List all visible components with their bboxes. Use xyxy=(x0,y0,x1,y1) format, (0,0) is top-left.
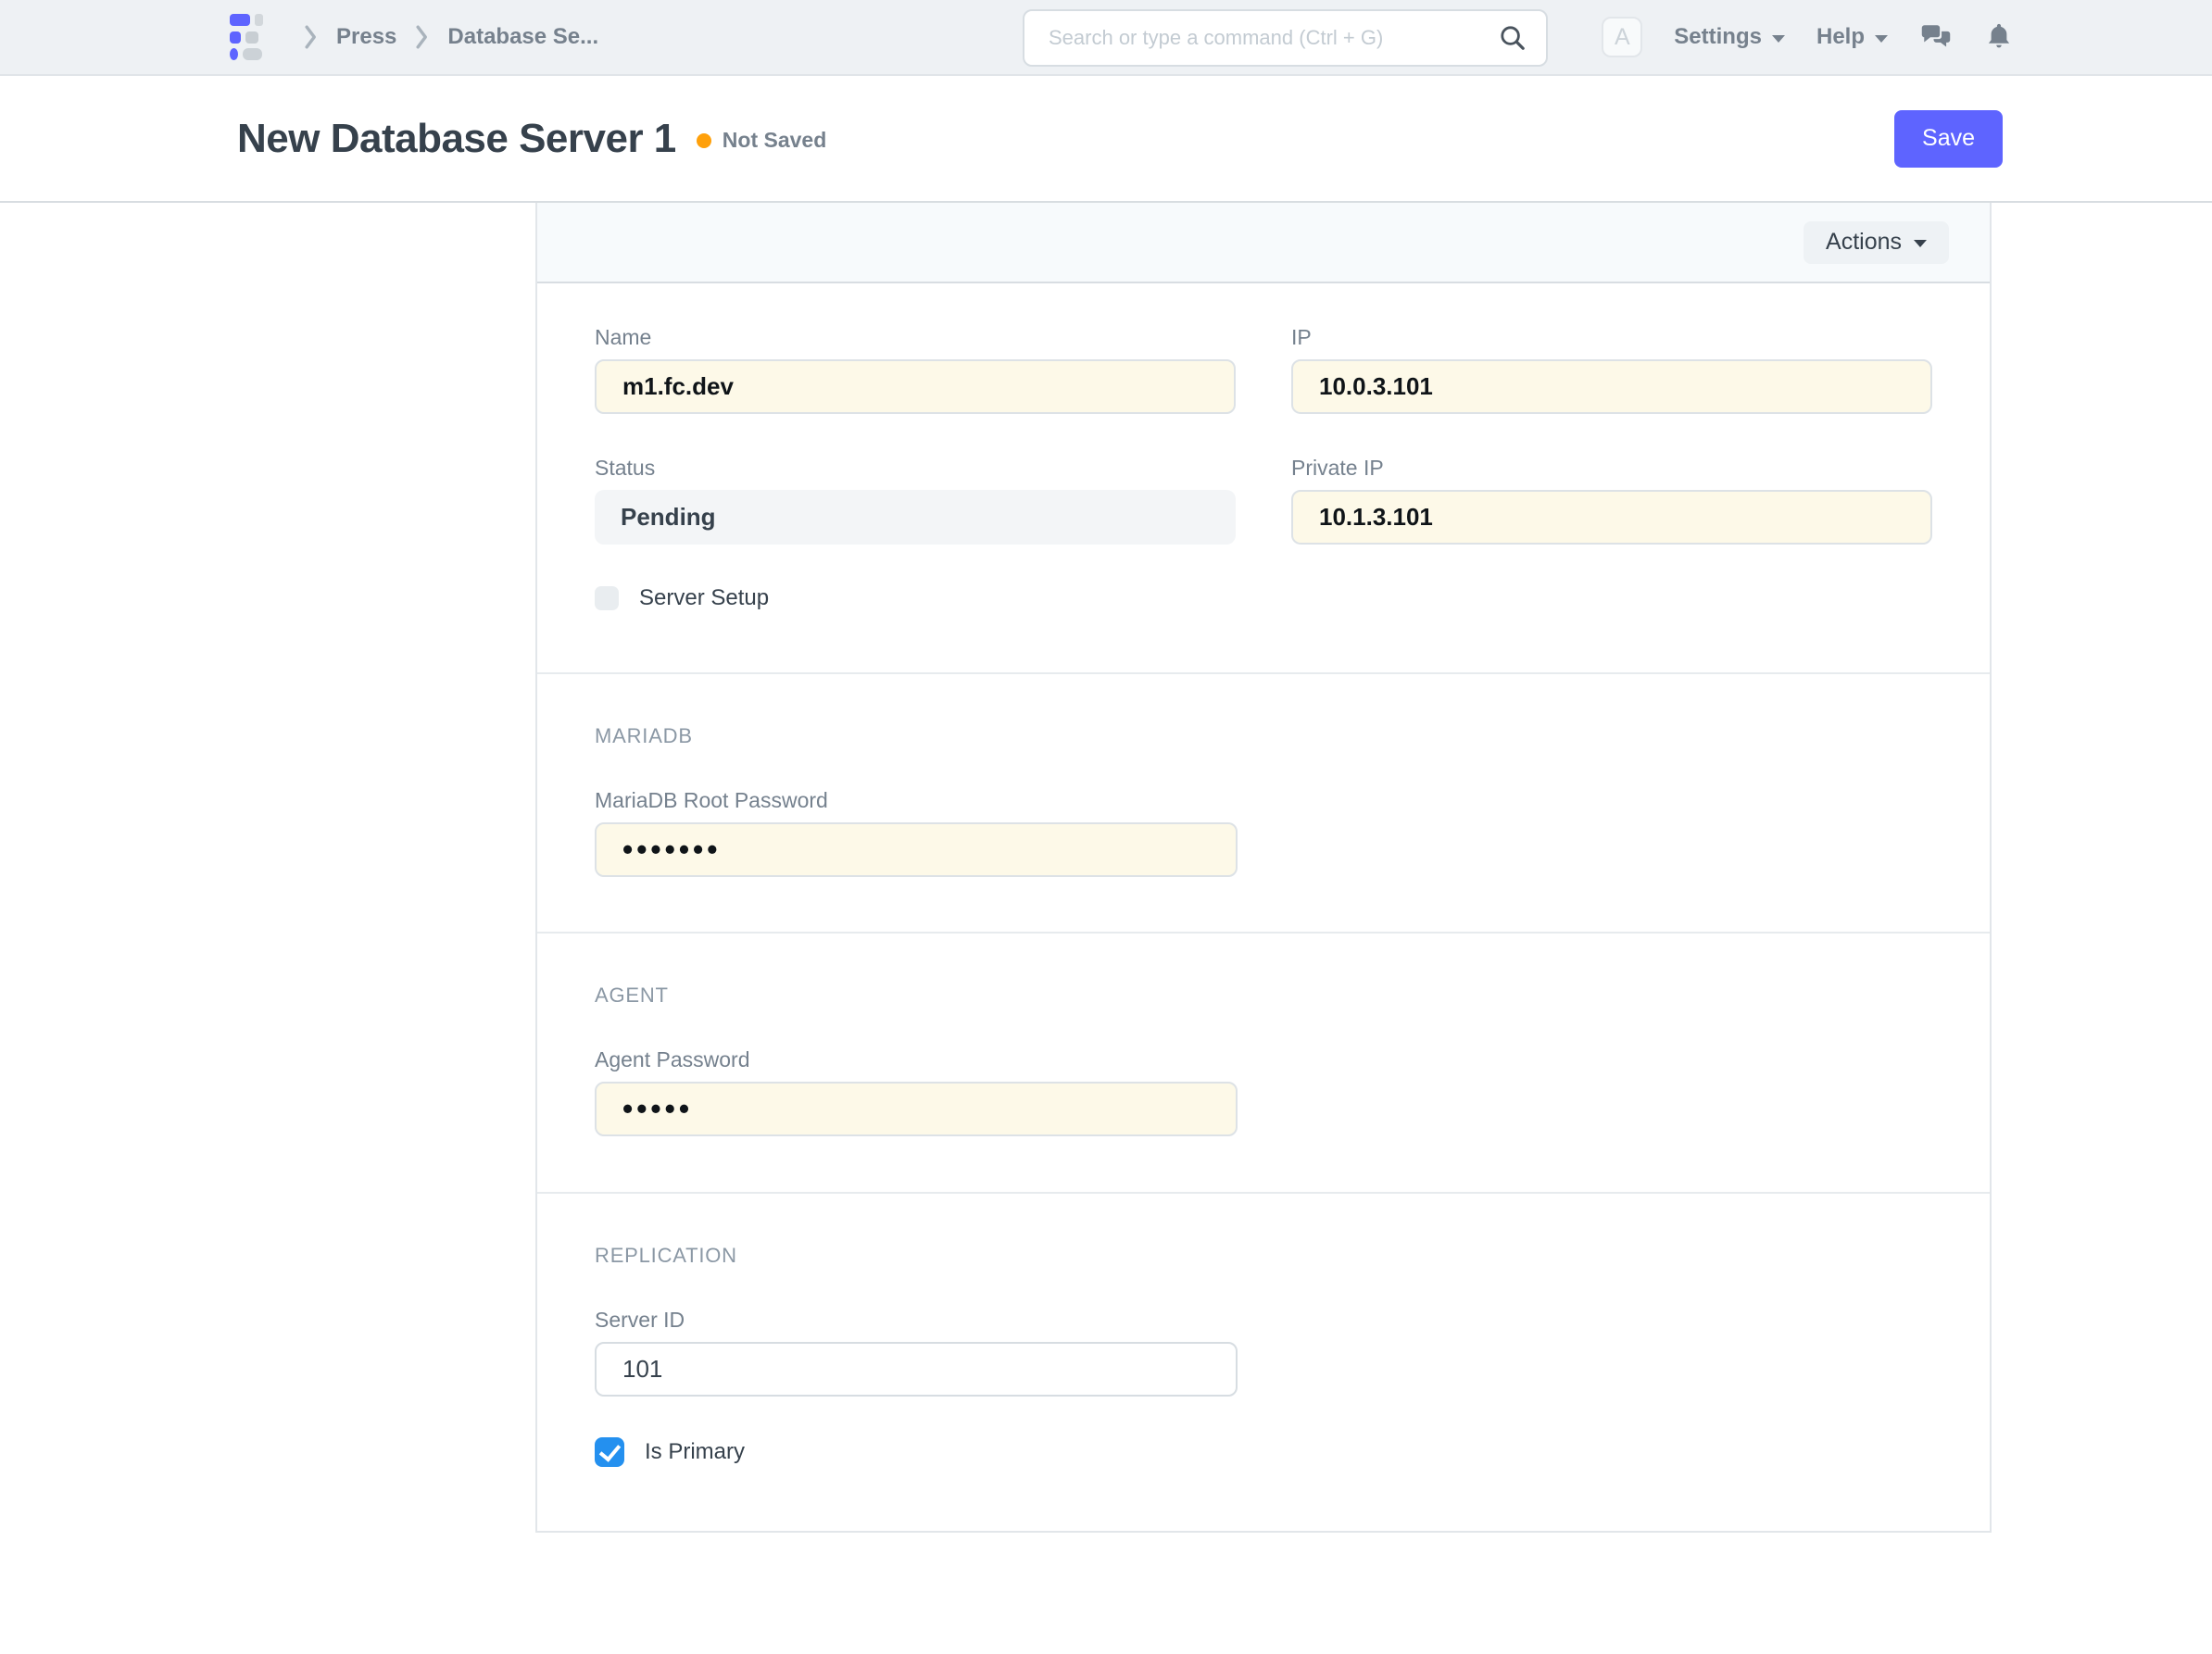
agent-password-label: Agent Password xyxy=(595,1046,1238,1072)
section-main: Name IP Status Pending Private IP xyxy=(537,283,1990,672)
global-search xyxy=(1023,9,1548,67)
private-ip-label: Private IP xyxy=(1291,455,1932,481)
section-replication: REPLICATION Server ID Is Primary xyxy=(537,1192,1990,1531)
logo-block xyxy=(255,14,263,26)
ip-input[interactable] xyxy=(1291,359,1932,414)
logo-block xyxy=(230,31,241,44)
help-label: Help xyxy=(1816,24,1865,50)
field-is-primary: Is Primary xyxy=(595,1437,1932,1467)
logo-block xyxy=(245,31,258,44)
check-icon xyxy=(599,1439,621,1461)
replication-section-title: REPLICATION xyxy=(595,1244,1932,1268)
name-label: Name xyxy=(595,324,1236,350)
main-content: Actions Name IP Status xyxy=(0,203,2212,1533)
breadcrumb-item-press[interactable]: Press xyxy=(336,24,396,50)
not-saved-indicator-dot xyxy=(697,133,711,148)
agent-password-input[interactable] xyxy=(595,1082,1238,1136)
agent-section-title: AGENT xyxy=(595,984,1932,1008)
search-icon[interactable] xyxy=(1498,23,1527,53)
actions-label: Actions xyxy=(1826,229,1902,256)
is-primary-label: Is Primary xyxy=(645,1439,745,1465)
mariadb-root-password-input[interactable] xyxy=(595,822,1238,877)
search-input[interactable] xyxy=(1047,25,1498,51)
chevron-right-icon xyxy=(304,24,318,50)
server-id-input[interactable] xyxy=(595,1342,1238,1397)
chevron-right-icon xyxy=(415,24,429,50)
server-setup-checkbox[interactable] xyxy=(595,586,619,610)
breadcrumb-item-database-servers[interactable]: Database Se... xyxy=(447,24,598,50)
field-ip: IP xyxy=(1291,324,1932,414)
field-server-setup: Server Setup xyxy=(595,585,1932,611)
not-saved-indicator-text: Not Saved xyxy=(723,128,826,153)
settings-label: Settings xyxy=(1674,24,1762,50)
field-private-ip: Private IP xyxy=(1291,455,1932,545)
logo-block xyxy=(230,48,238,60)
form-toolbar: Actions xyxy=(537,203,1990,283)
field-name: Name xyxy=(595,324,1236,414)
status-value: Pending xyxy=(595,490,1236,545)
field-status: Status Pending xyxy=(595,455,1236,545)
section-mariadb: MARIADB MariaDB Root Password xyxy=(537,672,1990,932)
chevron-down-icon xyxy=(1875,35,1888,43)
chevron-down-icon xyxy=(1914,240,1927,247)
chevron-down-icon xyxy=(1772,35,1785,43)
navbar-right: A Settings Help xyxy=(1602,17,2014,57)
app-logo-icon[interactable] xyxy=(230,14,263,60)
mariadb-section-title: MARIADB xyxy=(595,724,1932,748)
field-server-id: Server ID xyxy=(595,1307,1238,1397)
name-input[interactable] xyxy=(595,359,1236,414)
save-button[interactable]: Save xyxy=(1894,110,2003,168)
breadcrumb: Press Database Se... xyxy=(304,24,598,50)
field-mariadb-root-password: MariaDB Root Password xyxy=(595,787,1238,877)
page-header: New Database Server 1 Not Saved Save xyxy=(0,76,2212,203)
title-wrap: New Database Server 1 Not Saved xyxy=(237,116,826,162)
page-title: New Database Server 1 xyxy=(237,116,676,162)
help-menu[interactable]: Help xyxy=(1816,24,1888,50)
field-agent-password: Agent Password xyxy=(595,1046,1238,1136)
server-id-label: Server ID xyxy=(595,1307,1238,1333)
page: Press Database Se... A Settings Help xyxy=(0,0,2212,1654)
is-primary-checkbox[interactable] xyxy=(595,1437,624,1467)
settings-menu[interactable]: Settings xyxy=(1674,24,1785,50)
mariadb-root-password-label: MariaDB Root Password xyxy=(595,787,1238,813)
ip-label: IP xyxy=(1291,324,1932,350)
actions-button[interactable]: Actions xyxy=(1804,221,1949,264)
private-ip-input[interactable] xyxy=(1291,490,1932,545)
logo-block xyxy=(243,48,262,60)
status-label: Status xyxy=(595,455,1236,481)
section-agent: AGENT Agent Password xyxy=(537,932,1990,1192)
chat-icon[interactable] xyxy=(1919,21,1953,53)
avatar[interactable]: A xyxy=(1602,17,1642,57)
bell-icon[interactable] xyxy=(1984,21,2014,53)
logo-block xyxy=(230,14,250,26)
avatar-letter: A xyxy=(1615,24,1630,51)
server-setup-label: Server Setup xyxy=(639,585,769,611)
navbar: Press Database Se... A Settings Help xyxy=(0,0,2212,76)
form-card: Actions Name IP Status xyxy=(535,203,1992,1533)
